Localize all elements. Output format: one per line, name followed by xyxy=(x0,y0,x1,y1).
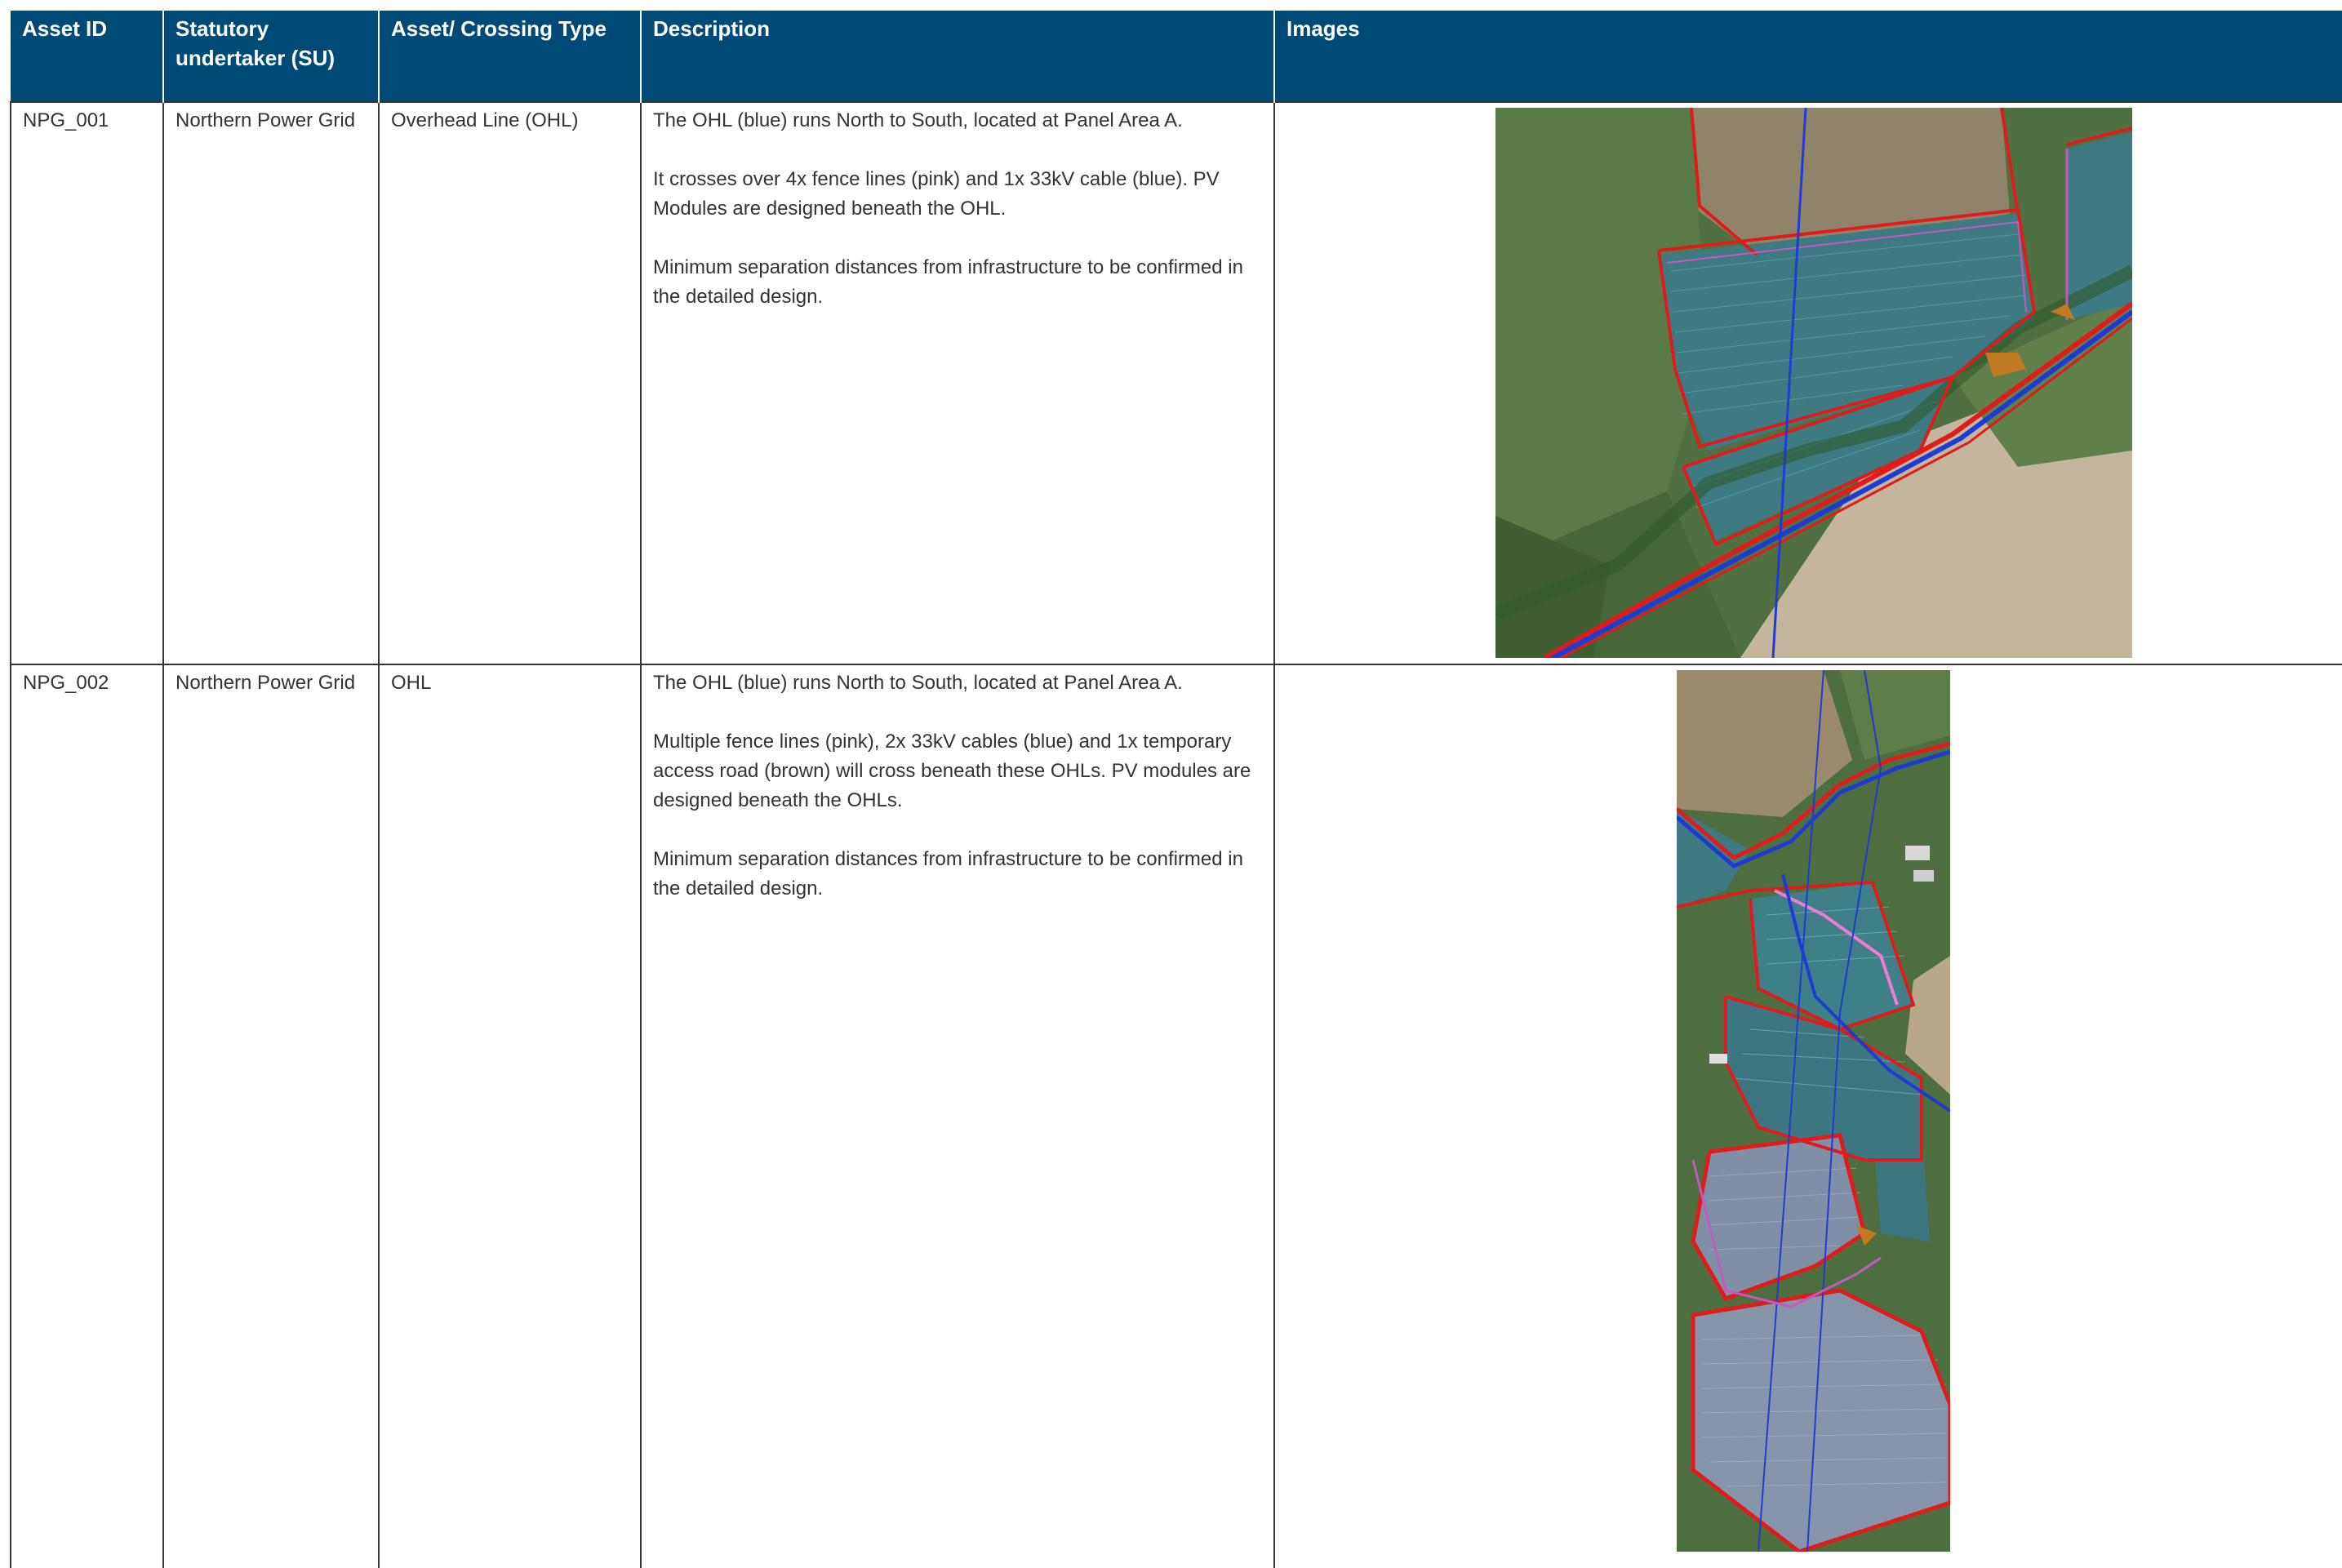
description-paragraph: The OHL (blue) runs North to South, loca… xyxy=(653,672,1183,694)
crossing-type-cell: OHL xyxy=(378,664,642,1568)
description-cell: The OHL (blue) runs North to South, loca… xyxy=(640,101,1275,665)
header-statutory-undertaker: Statutory undertaker (SU) xyxy=(162,11,379,102)
crossing-schedule-table: Asset ID Statutory undertaker (SU) Asset… xyxy=(10,11,2342,1568)
description-paragraph: Minimum separation distances from infras… xyxy=(653,848,1243,899)
header-description: Description xyxy=(640,11,1274,102)
table-row: NPG_001 Northern Power Grid Overhead Lin… xyxy=(10,101,2342,665)
asset-id-cell: NPG_002 xyxy=(10,664,164,1568)
undertaker-cell: Northern Power Grid xyxy=(162,664,380,1568)
description-paragraph: Minimum separation distances from infras… xyxy=(653,256,1243,308)
image-cell xyxy=(1273,664,2342,1568)
table-header-row: Asset ID Statutory undertaker (SU) Asset… xyxy=(11,11,2342,102)
crossing-type-cell: Overhead Line (OHL) xyxy=(378,101,642,665)
header-asset-id: Asset ID xyxy=(11,11,163,102)
image-cell xyxy=(1273,101,2342,665)
table-row: NPG_002 Northern Power Grid OHL The OHL … xyxy=(10,664,2342,1568)
aerial-map-npg-001 xyxy=(1495,108,2132,658)
header-images: Images xyxy=(1273,11,2342,102)
description-paragraph: The OHL (blue) runs North to South, loca… xyxy=(653,109,1183,131)
description-paragraph: It crosses over 4x fence lines (pink) an… xyxy=(653,168,1220,220)
undertaker-cell: Northern Power Grid xyxy=(162,101,380,665)
description-paragraph: Multiple fence lines (pink), 2x 33kV cab… xyxy=(653,731,1251,811)
asset-id-cell: NPG_001 xyxy=(10,101,164,665)
aerial-map-npg-002 xyxy=(1677,670,1950,1552)
description-cell: The OHL (blue) runs North to South, loca… xyxy=(640,664,1275,1568)
page: Asset ID Statutory undertaker (SU) Asset… xyxy=(10,11,2342,1568)
header-crossing-type: Asset/ Crossing Type xyxy=(378,11,641,102)
aerial-map-image xyxy=(1495,108,2132,658)
aerial-map-image xyxy=(1677,670,1950,1552)
